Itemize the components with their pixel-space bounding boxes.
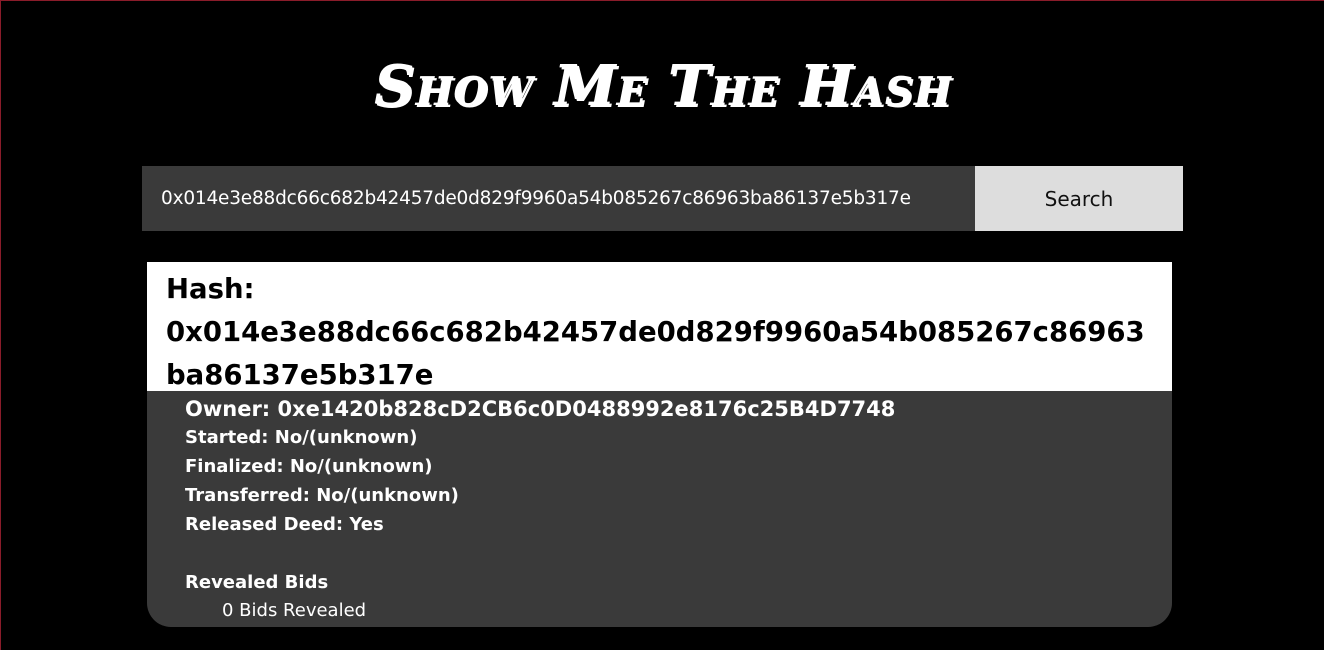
hash-search-input[interactable] <box>142 166 975 231</box>
hash-result-card: Hash: 0x014e3e88dc66c682b42457de0d829f99… <box>147 262 1172 627</box>
released-deed-label: Released Deed: <box>185 514 344 535</box>
revealed-bids-heading: Revealed Bids <box>185 572 329 593</box>
hash-label: Hash: <box>166 273 255 305</box>
started-label: Started: <box>185 427 269 448</box>
released-deed-value: Yes <box>349 514 384 535</box>
started-row: Started: No/(unknown) <box>185 423 1172 452</box>
bids-revealed-count: 0 Bids Revealed <box>222 600 367 621</box>
hash-value: 0x014e3e88dc66c682b42457de0d829f9960a54b… <box>166 316 1145 391</box>
transferred-label: Transferred: <box>185 485 310 506</box>
released-deed-row: Released Deed: Yes <box>185 510 1172 539</box>
started-value: No/(unknown) <box>274 427 418 448</box>
owner-label: Owner: <box>185 397 271 421</box>
search-bar: Search <box>142 166 1183 231</box>
transferred-value: No/(unknown) <box>316 485 459 506</box>
finalized-value: No/(unknown) <box>289 456 433 477</box>
finalized-row: Finalized: No/(unknown) <box>185 452 1172 481</box>
transferred-row: Transferred: No/(unknown) <box>185 481 1172 510</box>
owner-row: Owner: 0xe1420b828cD2CB6c0D0488992e8176c… <box>185 395 1172 423</box>
page-title: Show Me The Hash <box>374 53 952 119</box>
owner-value: 0xe1420b828cD2CB6c0D0488992e8176c25B4D77… <box>277 397 896 421</box>
finalized-label: Finalized: <box>185 456 284 477</box>
hash-details: Owner: 0xe1420b828cD2CB6c0D0488992e8176c… <box>147 391 1172 625</box>
search-button[interactable]: Search <box>975 166 1183 231</box>
hash-header: Hash: 0x014e3e88dc66c682b42457de0d829f99… <box>147 262 1172 391</box>
